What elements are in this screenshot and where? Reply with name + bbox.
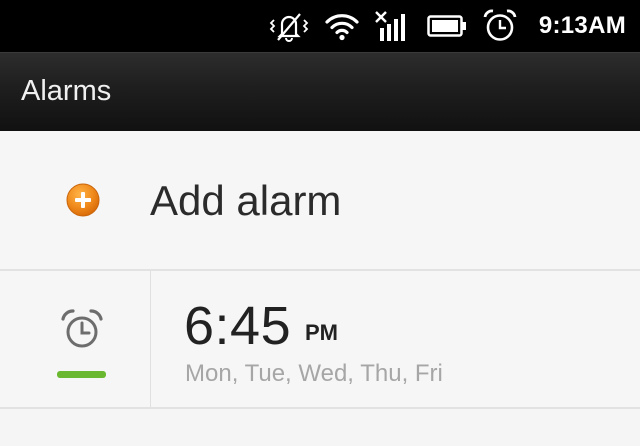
add-alarm-button[interactable]: Add alarm	[0, 131, 640, 269]
plus-circle-icon	[66, 183, 100, 217]
no-signal-icon	[374, 0, 411, 52]
alarm-item: 6:45 PM Mon, Tue, Wed, Thu, Fri	[0, 271, 640, 407]
status-time: 9:13AM	[538, 12, 626, 39]
divider	[0, 407, 640, 409]
page-title: Alarms	[21, 75, 112, 107]
alarm-app-screen: 9:13AM Alarms Add alarm 6:45 PM Mon, Tue…	[0, 0, 640, 446]
alarm-toggle[interactable]	[0, 271, 150, 407]
alarm-time: 6:45	[184, 296, 292, 356]
alarm-list: Add alarm 6:45 PM Mon, Tue, Wed, Thu, Fr…	[0, 131, 640, 446]
alarm-ampm: PM	[305, 320, 338, 345]
alarm-clock-icon	[483, 0, 517, 52]
alarm-details[interactable]: 6:45 PM Mon, Tue, Wed, Thu, Fri	[151, 271, 640, 407]
action-bar: Alarms	[0, 52, 640, 131]
battery-icon	[427, 0, 467, 52]
wifi-icon	[325, 0, 359, 52]
status-bar: 9:13AM	[0, 0, 640, 52]
add-alarm-label: Add alarm	[150, 177, 342, 224]
alarm-enabled-indicator	[57, 371, 106, 378]
alarm-days: Mon, Tue, Wed, Thu, Fri	[185, 360, 443, 387]
silent-vibrate-icon	[269, 0, 309, 52]
alarm-clock-icon	[58, 307, 106, 351]
